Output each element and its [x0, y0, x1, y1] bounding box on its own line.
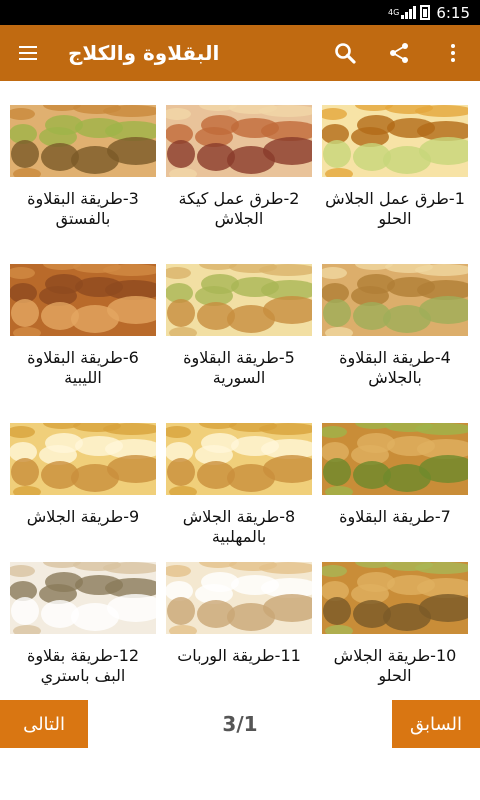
recipe-item[interactable]: 8-طريقة الجلاش بالمهلبية: [166, 423, 312, 551]
recipe-thumbnail: [10, 264, 156, 336]
recipe-thumbnail: [322, 423, 468, 495]
recipe-item[interactable]: 12-طريقة بقلاوة البف باستري: [10, 562, 156, 690]
recipe-item[interactable]: 10-طريقة الجلاش الحلو: [322, 562, 468, 690]
recipe-thumbnail: [10, 562, 156, 634]
recipe-thumbnail: [166, 105, 312, 177]
recipe-title: 11-طريقة الوربات: [177, 646, 301, 665]
recipe-title: 3-طريقة البقلاوة بالفستق: [27, 189, 139, 228]
search-icon[interactable]: [318, 25, 372, 81]
network-type: 4G: [388, 7, 400, 17]
recipe-thumbnail: [322, 105, 468, 177]
recipe-item[interactable]: 4-طريقة البقلاوة بالجلاش: [322, 264, 468, 392]
share-icon[interactable]: [372, 25, 426, 81]
recipe-title: 2-طرق عمل كيكة الجلاش: [178, 189, 300, 228]
recipe-thumbnail: [10, 105, 156, 177]
recipe-item[interactable]: 2-طرق عمل كيكة الجلاش: [166, 105, 312, 233]
menu-icon[interactable]: [0, 25, 56, 81]
recipe-item[interactable]: 1-طرق عمل الجلاش الحلو: [322, 105, 468, 233]
recipe-title: 4-طريقة البقلاوة بالجلاش: [339, 348, 451, 387]
recipe-item[interactable]: 11-طريقة الوربات: [166, 562, 312, 690]
signal-icon: [401, 6, 417, 19]
page-title: البقلاوة والكلاج: [68, 41, 220, 65]
recipe-item[interactable]: 3-طريقة البقلاوة بالفستق: [10, 105, 156, 233]
recipe-title: 7-طريقة البقلاوة: [339, 507, 451, 526]
battery-icon: [420, 5, 431, 20]
previous-button[interactable]: السابق: [392, 700, 480, 748]
recipe-item[interactable]: 6-طريقة البقلاوة الليبية: [10, 264, 156, 392]
recipe-title: 1-طرق عمل الجلاش الحلو: [325, 189, 465, 228]
recipe-thumbnail: [166, 562, 312, 634]
status-bar: 4G 6:15: [0, 0, 480, 25]
recipe-title: 8-طريقة الجلاش بالمهلبية: [182, 507, 296, 546]
recipe-thumbnail: [166, 423, 312, 495]
app-bar: البقلاوة والكلاج: [0, 25, 480, 81]
recipe-thumbnail: [322, 562, 468, 634]
recipe-title: 9-طريقة الجلاش: [26, 507, 140, 526]
recipe-item[interactable]: 9-طريقة الجلاش: [10, 423, 156, 551]
recipe-thumbnail: [166, 264, 312, 336]
recipe-item[interactable]: 5-طريقة البقلاوة السورية: [166, 264, 312, 392]
recipe-thumbnail: [322, 264, 468, 336]
recipe-thumbnail: [10, 423, 156, 495]
more-vert-icon[interactable]: [426, 25, 480, 81]
recipe-item[interactable]: 7-طريقة البقلاوة: [322, 423, 468, 551]
status-time: 6:15: [436, 3, 470, 22]
recipe-title: 12-طريقة بقلاوة البف باستري: [26, 646, 140, 685]
recipe-title: 6-طريقة البقلاوة الليبية: [27, 348, 139, 387]
recipe-title: 5-طريقة البقلاوة السورية: [183, 348, 295, 387]
pagination-bar: التالى 3/1 السابق: [0, 700, 480, 748]
recipe-title: 10-طريقة الجلاش الحلو: [333, 646, 457, 685]
